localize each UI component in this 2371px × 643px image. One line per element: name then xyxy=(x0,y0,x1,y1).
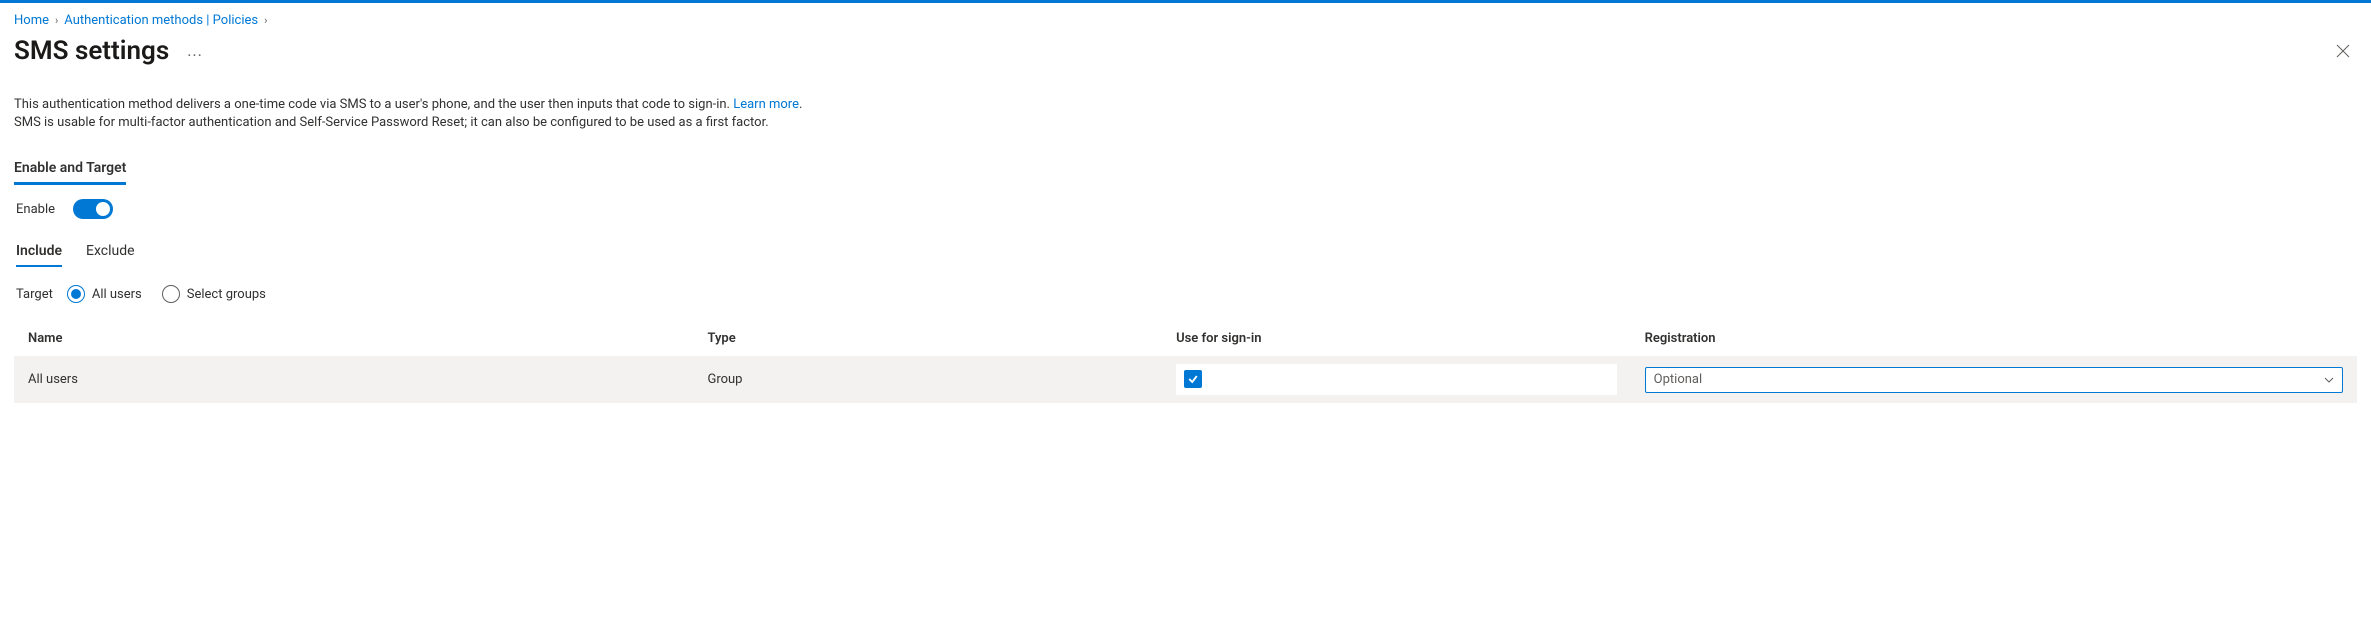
cell-type: Group xyxy=(693,356,1162,403)
tab-include[interactable]: Include xyxy=(16,243,62,267)
learn-more-link[interactable]: Learn more xyxy=(733,97,799,112)
close-button[interactable] xyxy=(2329,37,2357,65)
tab-exclude[interactable]: Exclude xyxy=(86,243,135,267)
use-for-signin-checkbox[interactable] xyxy=(1184,370,1202,388)
col-header-signin[interactable]: Use for sign-in xyxy=(1162,321,1631,356)
toggle-knob-icon xyxy=(96,202,110,216)
check-icon xyxy=(1187,373,1199,385)
chevron-right-icon: › xyxy=(55,14,58,27)
col-header-registration[interactable]: Registration xyxy=(1631,321,2357,356)
more-actions-button[interactable]: ··· xyxy=(187,46,203,65)
registration-dropdown[interactable]: Optional xyxy=(1645,367,2343,393)
breadcrumb-home[interactable]: Home xyxy=(14,13,49,28)
col-header-name[interactable]: Name xyxy=(14,321,693,356)
chevron-down-icon xyxy=(2324,372,2334,387)
dropdown-value: Optional xyxy=(1654,372,1702,387)
targets-table: Name Type Use for sign-in Registration A… xyxy=(14,321,2357,403)
radio-icon xyxy=(67,285,85,303)
radio-all-users[interactable]: All users xyxy=(67,285,142,303)
breadcrumb-auth-policies[interactable]: Authentication methods | Policies xyxy=(64,13,258,28)
page-title: SMS settings xyxy=(14,36,169,66)
table-row: All users Group Optional xyxy=(14,356,2357,403)
tab-enable-and-target[interactable]: Enable and Target xyxy=(14,160,126,185)
enable-label: Enable xyxy=(16,202,55,217)
description-text: This authentication method delivers a on… xyxy=(14,96,2357,132)
radio-all-users-label: All users xyxy=(92,287,142,302)
chevron-right-icon: › xyxy=(264,14,267,27)
breadcrumb: Home › Authentication methods | Policies… xyxy=(14,13,2357,28)
radio-select-groups-label: Select groups xyxy=(187,287,266,302)
enable-toggle[interactable] xyxy=(73,199,113,219)
cell-name: All users xyxy=(14,356,693,403)
close-icon xyxy=(2335,43,2351,59)
target-label: Target xyxy=(16,287,53,302)
col-header-type[interactable]: Type xyxy=(693,321,1162,356)
radio-icon xyxy=(162,285,180,303)
radio-select-groups[interactable]: Select groups xyxy=(162,285,266,303)
